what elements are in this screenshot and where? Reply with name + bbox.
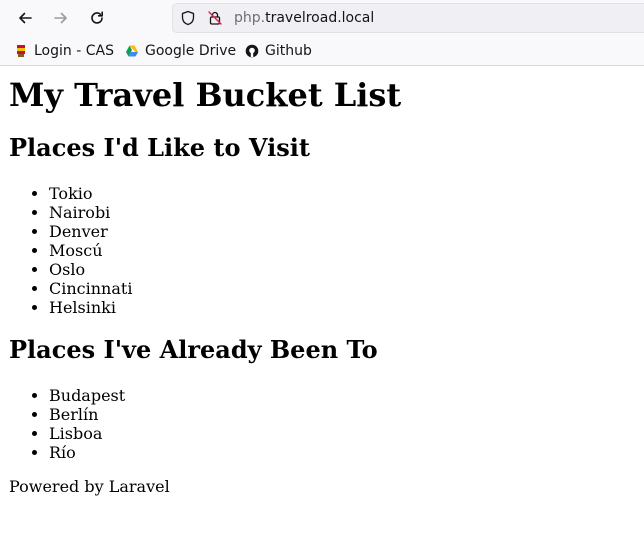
list-item: Cincinnati <box>49 279 132 298</box>
bookmarks-bar: Login - CAS Google Drive Github <box>0 36 644 66</box>
bookmark-label: Github <box>265 43 312 59</box>
arrow-left-icon <box>19 12 32 24</box>
address-bar[interactable]: php.travelroad.local <box>172 3 644 33</box>
github-icon <box>245 44 259 58</box>
url-host: travelroad.local <box>265 10 375 26</box>
back-button[interactable] <box>11 4 39 32</box>
page-title: My Travel Bucket List <box>9 76 402 114</box>
list-item: Río <box>49 443 125 462</box>
list-item: Budapest <box>49 386 125 405</box>
page-content: My Travel Bucket List Places I'd Like to… <box>1 66 644 552</box>
bookmark-label: Google Drive <box>145 43 237 59</box>
arrow-right-icon <box>54 12 67 24</box>
reload-icon <box>91 11 103 24</box>
url-prefix: php. <box>234 10 266 26</box>
bookmark-github[interactable]: Github <box>245 42 312 60</box>
list-item: Helsinki <box>49 298 132 317</box>
list-item: Tokio <box>49 184 132 203</box>
list-item: Denver <box>49 222 132 241</box>
wish-list-heading: Places I'd Like to Visit <box>9 133 310 162</box>
list-item: Nairobi <box>49 203 132 222</box>
browser-toolbar: php.travelroad.local <box>0 0 644 36</box>
insecure-lock-icon[interactable] <box>207 10 225 28</box>
visited-list: Budapest Berlín Lisboa Río <box>49 386 125 462</box>
cas-icon <box>14 44 28 58</box>
visited-list-heading: Places I've Already Been To <box>9 335 378 364</box>
bookmark-label: Login - CAS <box>34 43 114 59</box>
google-drive-icon <box>125 44 139 58</box>
bookmark-google-drive[interactable]: Google Drive <box>125 42 236 60</box>
list-item: Oslo <box>49 260 132 279</box>
url-text[interactable]: php.travelroad.local <box>234 10 374 26</box>
list-item: Lisboa <box>49 424 125 443</box>
list-item: Berlín <box>49 405 125 424</box>
wish-list: Tokio Nairobi Denver Moscú Oslo Cincinna… <box>49 184 132 317</box>
forward-button[interactable] <box>47 4 75 32</box>
list-item: Moscú <box>49 241 132 260</box>
reload-button[interactable] <box>83 4 111 32</box>
bookmark-login-cas[interactable]: Login - CAS <box>14 42 114 60</box>
footer-text: Powered by Laravel <box>9 477 170 496</box>
shield-icon[interactable] <box>180 10 198 28</box>
